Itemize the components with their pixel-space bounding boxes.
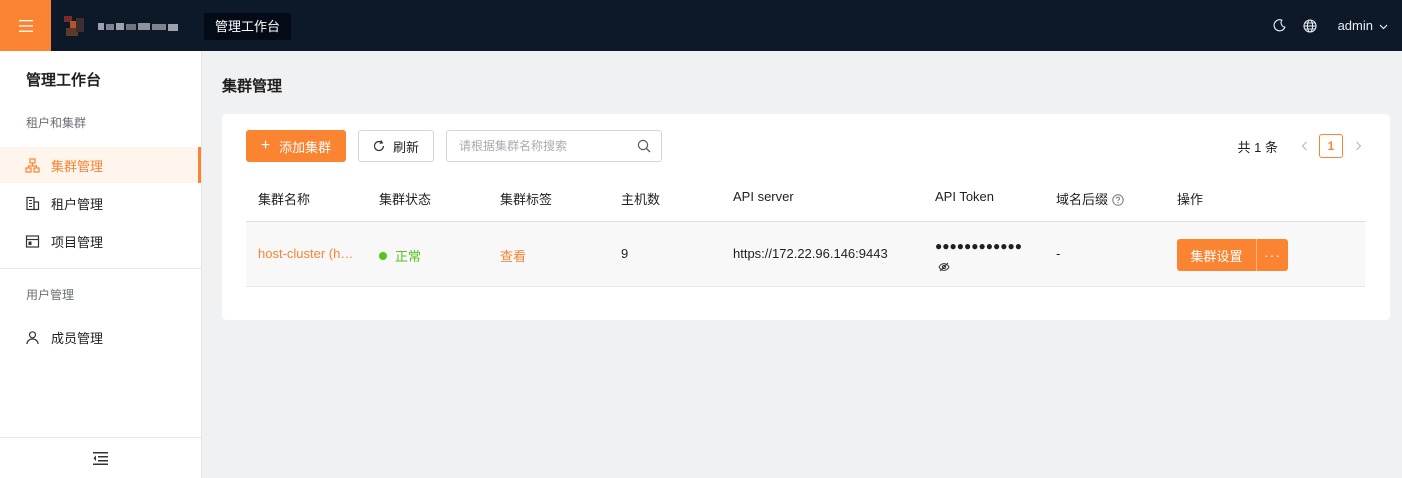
cluster-table: 集群名称 集群状态 集群标签 主机数 API server API Token …: [246, 178, 1365, 287]
moon-icon[interactable]: [1272, 18, 1288, 34]
cluster-list-card: + 添加集群 刷新 共 1 条 1 集群名称 集群状态 集群标签 主机数 API…: [222, 114, 1390, 320]
sidebar-title: 管理工作台: [26, 72, 102, 89]
plus-icon: +: [260, 137, 271, 154]
cluster-icon: [24, 157, 40, 173]
column-header-name: 集群名称: [258, 192, 311, 207]
sidebar-item-label: 项目管理: [51, 234, 104, 250]
sidebar-item-member-management[interactable]: 成员管理: [0, 319, 201, 355]
refresh-button[interactable]: 刷新: [358, 130, 434, 162]
top-navigation-bar: 管理工作台 admin: [0, 0, 1402, 51]
pagination-total: 共 1 条: [1237, 139, 1278, 155]
sidebar-group-users: 用户管理: [26, 288, 75, 302]
table-header: 集群名称 集群状态 集群标签 主机数 API server API Token …: [246, 178, 1365, 222]
search-input[interactable]: [459, 131, 639, 161]
prev-page-icon[interactable]: [1296, 141, 1312, 151]
page-number-current[interactable]: 1: [1319, 134, 1343, 158]
sidebar-item-label: 租户管理: [51, 196, 104, 212]
chevron-down-icon[interactable]: [1379, 18, 1388, 33]
search-box: [446, 130, 662, 162]
view-tags-link[interactable]: 查看: [500, 249, 526, 264]
page-title: 集群管理: [222, 78, 283, 95]
column-header-actions: 操作: [1177, 192, 1204, 207]
help-icon[interactable]: [1112, 194, 1124, 209]
row-actions: 集群设置 ···: [1177, 239, 1288, 271]
column-header-domain-suffix: 域名后缀: [1056, 189, 1124, 209]
column-header-status: 集群状态: [379, 192, 432, 207]
sidebar-group-tenants-clusters: 租户和集群: [26, 116, 87, 130]
refresh-icon: [373, 140, 385, 152]
search-icon[interactable]: [637, 139, 651, 156]
user-menu[interactable]: admin: [1338, 18, 1373, 33]
cluster-status: 正常: [379, 246, 421, 265]
globe-icon[interactable]: [1302, 18, 1318, 34]
status-dot: [379, 251, 387, 260]
column-header-hosts: 主机数: [621, 192, 661, 207]
eye-off-icon[interactable]: [938, 258, 950, 278]
column-header-tags: 集群标签: [500, 192, 553, 207]
product-logo[interactable]: [64, 15, 182, 37]
more-actions-button[interactable]: ···: [1256, 239, 1288, 271]
sidebar-item-label: 成员管理: [51, 330, 104, 346]
workspace-tab[interactable]: 管理工作台: [204, 13, 292, 40]
add-cluster-button[interactable]: + 添加集群: [246, 130, 346, 162]
domain-suffix-value: -: [1056, 246, 1061, 261]
hamburger-icon: [18, 19, 33, 32]
cluster-settings-button[interactable]: 集群设置: [1177, 239, 1256, 271]
user-icon: [24, 329, 40, 345]
building-icon: [24, 195, 40, 211]
cluster-name-link[interactable]: host-cluster (host-cluster): [258, 246, 358, 261]
host-count: 9: [621, 246, 629, 261]
column-header-api-server: API server: [733, 189, 794, 204]
api-token-masked: ●●●●●●●●●●●●: [935, 239, 1022, 253]
api-token-cell: ●●●●●●●●●●●●: [935, 236, 1030, 278]
collapse-menu-icon: [93, 451, 108, 465]
sidebar-divider: [0, 268, 201, 269]
domain-suffix-label: 域名后缀: [1056, 192, 1109, 207]
column-header-api-token: API Token: [935, 189, 995, 204]
sidebar-item-label: 集群管理: [51, 158, 104, 174]
api-server-url: https://172.22.96.146:9443: [733, 246, 888, 261]
sidebar-item-project-management[interactable]: 项目管理: [0, 223, 201, 259]
sidebar-item-cluster-management[interactable]: 集群管理: [0, 147, 201, 183]
add-cluster-label: 添加集群: [279, 139, 332, 155]
sidebar-collapse-button[interactable]: [0, 437, 201, 478]
cluster-name-cell: host-cluster (host-cluster): [258, 246, 358, 261]
next-page-icon[interactable]: [1350, 141, 1366, 151]
sidebar-item-tenant-management[interactable]: 租户管理: [0, 185, 201, 221]
window-icon: [24, 233, 40, 249]
table-row: host-cluster (host-cluster) 正常 查看 9 http…: [246, 222, 1365, 287]
status-text: 正常: [395, 249, 422, 264]
cluster-tags-cell: 查看: [500, 246, 526, 265]
hamburger-menu-button[interactable]: [0, 0, 51, 51]
sidebar: 管理工作台 租户和集群 集群管理 租户管理 项目管理 用户管理 成员管理: [0, 51, 202, 478]
refresh-label: 刷新: [392, 139, 419, 155]
pagination: 共 1 条 1: [1238, 134, 1366, 158]
